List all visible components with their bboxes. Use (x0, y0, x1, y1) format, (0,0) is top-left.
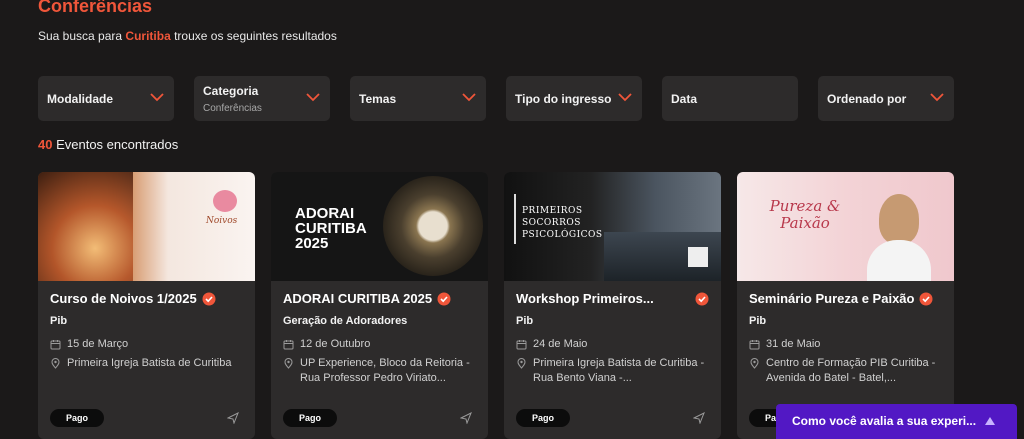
page-title: Conferências (38, 0, 153, 16)
calendar-icon (749, 340, 760, 350)
event-title: ADORAI CURITIBA 2025 (283, 291, 451, 306)
price-badge: Pago (283, 409, 338, 427)
event-title-text: ADORAI CURITIBA 2025 (283, 291, 433, 306)
chevron-down-icon (930, 93, 944, 102)
event-card[interactable]: ADORAI CURITIBA 2025 ADORAI CURITIBA 202… (271, 172, 488, 439)
event-address: Centro de Formação PIB Curitiba - Avenid… (749, 356, 949, 386)
filter-data[interactable]: Data (662, 76, 798, 121)
banner-text: ADORAI CURITIBA 2025 (295, 205, 367, 252)
caret-up-icon (985, 417, 995, 425)
event-date: 24 de Maio (516, 337, 587, 350)
filter-modalidade[interactable]: Modalidade (38, 76, 174, 121)
verified-icon (202, 292, 216, 305)
share-icon[interactable] (460, 412, 472, 424)
event-title-text: Curso de Noivos 1/2025 (50, 291, 197, 306)
event-date: 31 de Maio (749, 337, 820, 350)
chevron-down-icon (150, 93, 164, 102)
price-badge: Pago (50, 409, 105, 427)
location-pin-icon (750, 358, 759, 369)
event-date: 12 de Outubro (283, 337, 370, 350)
event-card[interactable]: Noivos Curso de Noivos 1/2025 Pib 15 de … (38, 172, 255, 439)
event-address-text: UP Experience, Bloco da Reitoria - Rua P… (300, 357, 470, 384)
filter-label: Data (671, 91, 698, 106)
feedback-label: Como você avalia a sua experi... (792, 414, 977, 428)
price-badge: Pago (516, 409, 571, 427)
verified-icon (919, 292, 933, 305)
filter-temas[interactable]: Temas (350, 76, 486, 121)
event-date-text: 15 de Março (67, 337, 129, 350)
event-title: Workshop Primeiros... (516, 291, 709, 306)
filter-categoria[interactable]: Categoria Conferências (194, 76, 330, 121)
event-date-text: 31 de Maio (766, 337, 821, 350)
event-banner: Noivos (38, 172, 255, 281)
verified-icon (695, 292, 709, 305)
share-icon[interactable] (693, 412, 705, 424)
event-banner: ADORAI CURITIBA 2025 (271, 172, 488, 281)
location-pin-icon (284, 358, 293, 369)
banner-text: Noivos (206, 216, 238, 226)
chevron-down-icon (462, 93, 476, 102)
event-title: Curso de Noivos 1/2025 (50, 291, 216, 306)
summary-prefix: Sua busca para (38, 29, 126, 43)
event-organizer: Pib (749, 315, 767, 327)
event-address-text: Primeira Igreja Batista de Curitiba (67, 357, 232, 369)
search-summary: Sua busca para Curitiba trouxe os seguin… (38, 29, 337, 43)
event-date: 15 de Março (50, 337, 128, 350)
calendar-icon (283, 340, 294, 350)
event-title: Seminário Pureza e Paixão (749, 291, 933, 306)
event-organizer: Pib (516, 315, 534, 327)
calendar-icon (516, 340, 527, 350)
feedback-widget[interactable]: Como você avalia a sua experi... (776, 404, 1017, 439)
location-pin-icon (51, 358, 60, 369)
results-count: 40 Eventos encontrados (38, 137, 178, 152)
event-date-text: 24 de Maio (533, 337, 588, 350)
event-card[interactable]: PRIMEIROS SOCORROS PSICOLÓGICOS Workshop… (504, 172, 721, 439)
event-organizer: Pib (50, 315, 68, 327)
summary-suffix: trouxe os seguintes resultados (170, 29, 337, 43)
event-title-text: Workshop Primeiros... (516, 291, 654, 306)
verified-icon (437, 292, 451, 305)
event-address: Primeira Igreja Batista de Curitiba - Ru… (516, 356, 716, 386)
search-city: Curitiba (125, 29, 171, 43)
results-number: 40 (38, 137, 53, 152)
chevron-down-icon (618, 93, 632, 102)
chevron-down-icon (306, 93, 320, 102)
filter-tipo-ingresso[interactable]: Tipo do ingresso (506, 76, 642, 121)
event-banner: PRIMEIROS SOCORROS PSICOLÓGICOS (504, 172, 721, 281)
filter-bar: Modalidade Categoria Conferências Temas … (38, 76, 958, 121)
event-address: UP Experience, Bloco da Reitoria - Rua P… (283, 356, 483, 386)
location-pin-icon (517, 358, 526, 369)
event-address-text: Centro de Formação PIB Curitiba - Avenid… (766, 357, 936, 384)
event-card[interactable]: Pureza & Paixão Seminário Pureza e Paixã… (737, 172, 954, 439)
results-label: Eventos encontrados (52, 137, 179, 152)
banner-text: Pureza & Paixão (769, 197, 841, 232)
event-organizer: Geração de Adoradores (283, 315, 408, 327)
event-date-text: 12 de Outubro (300, 337, 371, 350)
filter-value: Conferências (203, 102, 262, 114)
event-address-text: Primeira Igreja Batista de Curitiba - Ru… (533, 357, 705, 384)
filter-ordenado-por[interactable]: Ordenado por (818, 76, 954, 121)
event-banner: Pureza & Paixão (737, 172, 954, 281)
banner-text: PRIMEIROS SOCORROS PSICOLÓGICOS (522, 206, 603, 240)
calendar-icon (50, 340, 61, 350)
event-title-text: Seminário Pureza e Paixão (749, 291, 915, 306)
event-address: Primeira Igreja Batista de Curitiba (50, 356, 250, 371)
share-icon[interactable] (227, 412, 239, 424)
